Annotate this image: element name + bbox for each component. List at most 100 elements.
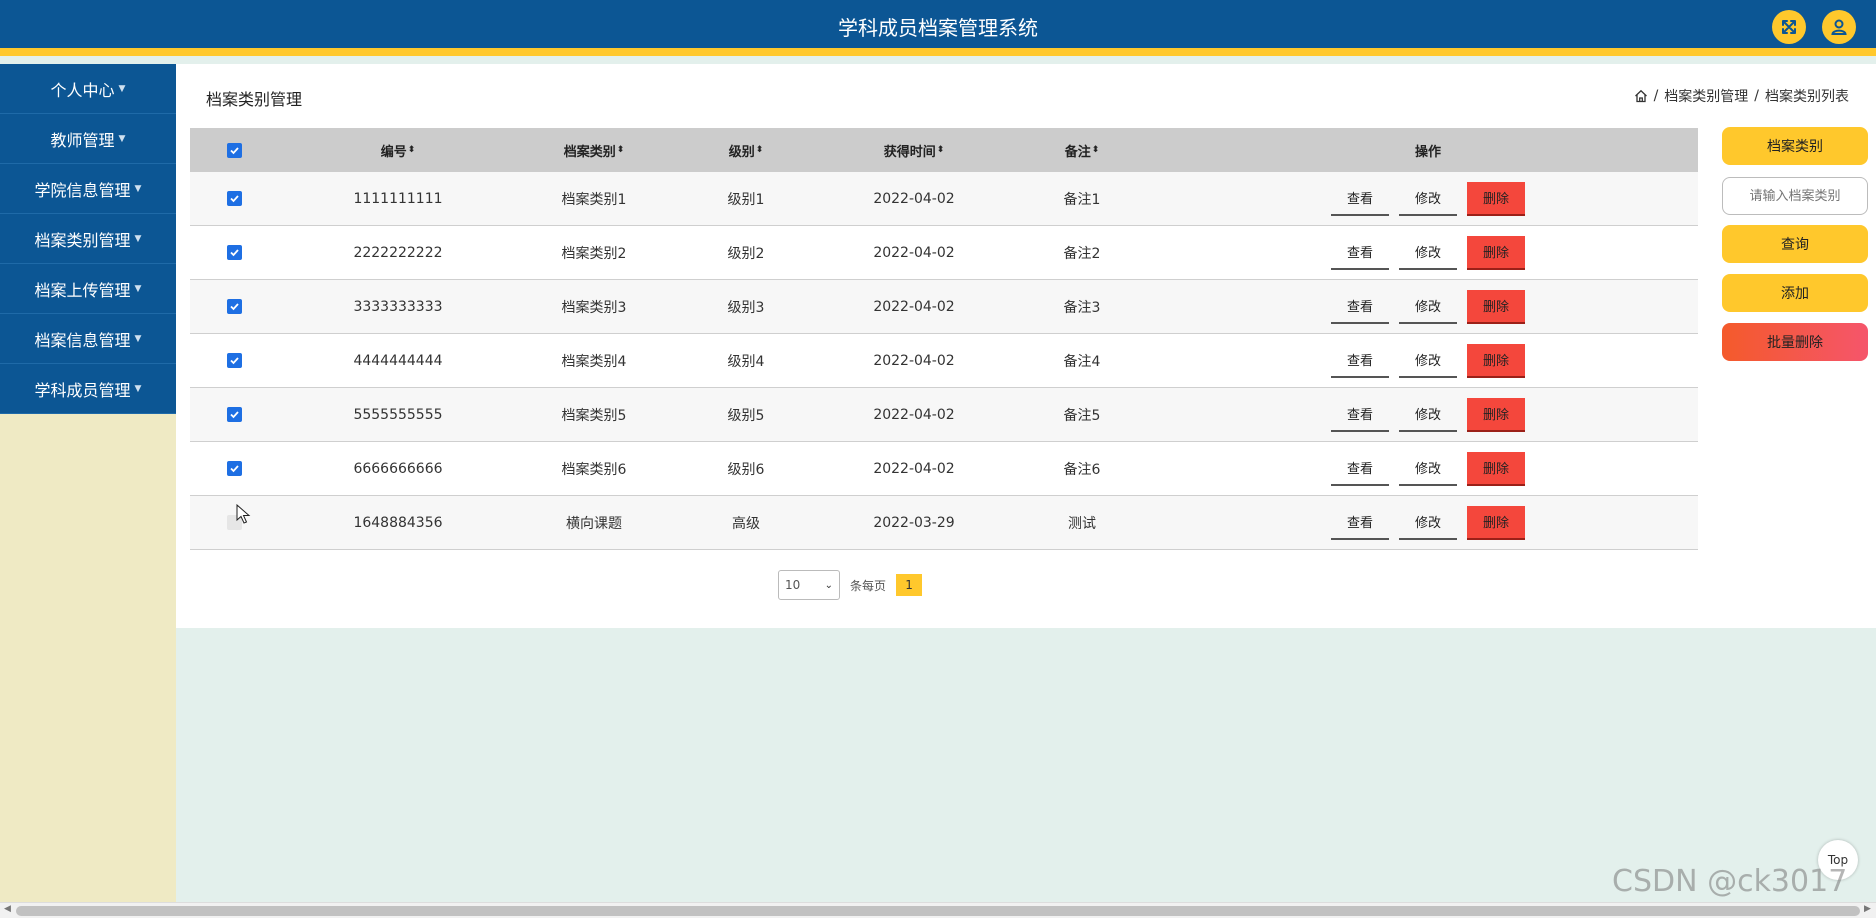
cell-level: 级别2 xyxy=(727,245,765,262)
watermark: CSDN @ck3017 xyxy=(1612,864,1848,899)
edit-button[interactable]: 修改 xyxy=(1399,452,1457,486)
view-button[interactable]: 查看 xyxy=(1331,506,1389,540)
horizontal-scrollbar[interactable]: ◀ ▶ xyxy=(0,902,1876,918)
column-header-type[interactable]: 档案类别 ⬍ xyxy=(518,128,670,172)
cell-level: 级别3 xyxy=(727,299,765,316)
cell-id: 5555555555 xyxy=(353,406,443,423)
add-button[interactable]: 添加 xyxy=(1722,274,1868,312)
table-row: 1648884356 横向课题 高级 2022-03-29 测试 查看 修改 删… xyxy=(190,496,1698,550)
delete-button[interactable]: 删除 xyxy=(1467,181,1525,216)
cell-type: 档案类别6 xyxy=(561,461,627,478)
edit-button[interactable]: 修改 xyxy=(1399,506,1457,540)
column-header-note[interactable]: 备注 ⬍ xyxy=(1006,128,1158,172)
column-header-id[interactable]: 编号 ⬍ xyxy=(278,128,518,172)
table-row: 6666666666 档案类别6 级别6 2022-04-02 备注6 查看 修… xyxy=(190,442,1698,496)
cell-level: 高级 xyxy=(732,515,760,532)
row-checkbox[interactable] xyxy=(226,353,242,368)
breadcrumb: / 档案类别管理 / 档案类别列表 xyxy=(1634,86,1849,106)
caret-down-icon: ▼ xyxy=(134,233,142,244)
delete-button[interactable]: 删除 xyxy=(1467,451,1525,486)
cell-time: 2022-04-02 xyxy=(873,190,955,207)
cell-level: 级别1 xyxy=(727,191,765,208)
cell-time: 2022-04-02 xyxy=(873,244,955,261)
user-button[interactable] xyxy=(1822,10,1856,44)
main-content: 档案类别管理 / 档案类别管理 / 档案类别列表 编号 ⬍ 档案类别 ⬍ 级别 ⬍ 获… xyxy=(176,64,1876,628)
edit-button[interactable]: 修改 xyxy=(1399,344,1457,378)
cell-note: 备注4 xyxy=(1063,353,1101,370)
breadcrumb-item[interactable]: 档案类别管理 xyxy=(1664,86,1748,106)
sidebar-item-personal-center[interactable]: 个人中心 ▼ xyxy=(0,64,176,114)
page-size-select[interactable]: 10 ⌄ xyxy=(778,570,840,600)
cell-note: 备注2 xyxy=(1063,245,1101,262)
search-button[interactable]: 查询 xyxy=(1722,225,1868,263)
page-number-current[interactable]: 1 xyxy=(896,574,923,596)
sidebar-item-label: 学院信息管理 xyxy=(34,180,131,200)
view-button[interactable]: 查看 xyxy=(1331,236,1389,270)
sort-icon: ⬍ xyxy=(616,145,625,155)
cell-time: 2022-04-02 xyxy=(873,460,955,477)
row-checkbox[interactable] xyxy=(226,191,242,206)
view-button[interactable]: 查看 xyxy=(1331,290,1389,324)
scrollbar-thumb[interactable] xyxy=(16,906,1860,916)
sidebar-item-label: 档案类别管理 xyxy=(34,230,131,250)
delete-button[interactable]: 删除 xyxy=(1467,397,1525,432)
view-button[interactable]: 查看 xyxy=(1331,452,1389,486)
page-title: 档案类别管理 xyxy=(206,90,303,109)
sidebar-item-archive-info[interactable]: 档案信息管理 ▼ xyxy=(0,314,176,364)
cell-time: 2022-03-29 xyxy=(873,514,955,531)
column-header-time[interactable]: 获得时间 ⬍ xyxy=(822,128,1006,172)
check-icon xyxy=(229,357,239,365)
row-checkbox[interactable] xyxy=(226,407,242,422)
delete-button[interactable]: 删除 xyxy=(1467,289,1525,324)
caret-down-icon: ▼ xyxy=(134,283,142,294)
search-input[interactable] xyxy=(1722,177,1868,215)
sidebar-item-college-info[interactable]: 学院信息管理 ▼ xyxy=(0,164,176,214)
cell-type: 档案类别3 xyxy=(561,299,627,316)
sidebar: 个人中心 ▼ 教师管理 ▼ 学院信息管理 ▼ 档案类别管理 ▼ 档案上传管理 ▼ 档案信息… xyxy=(0,64,176,902)
sidebar-item-teacher-management[interactable]: 教师管理 ▼ xyxy=(0,114,176,164)
cell-level: 级别6 xyxy=(727,461,765,478)
sidebar-item-label: 个人中心 xyxy=(50,80,115,100)
table-row: 1111111111 档案类别1 级别1 2022-04-02 备注1 查看 修… xyxy=(190,172,1698,226)
column-header-label: 档案类别 xyxy=(563,144,616,160)
table-row: 5555555555 档案类别5 级别5 2022-04-02 备注5 查看 修… xyxy=(190,388,1698,442)
edit-button[interactable]: 修改 xyxy=(1399,398,1457,432)
row-checkbox[interactable] xyxy=(226,299,242,314)
check-icon xyxy=(229,411,239,419)
delete-button[interactable]: 删除 xyxy=(1467,235,1525,270)
view-button[interactable]: 查看 xyxy=(1331,344,1389,378)
table-row: 3333333333 档案类别3 级别3 2022-04-02 备注3 查看 修… xyxy=(190,280,1698,334)
delete-button[interactable]: 删除 xyxy=(1467,505,1525,540)
check-icon xyxy=(229,303,239,311)
sidebar-item-label: 档案信息管理 xyxy=(34,330,131,350)
scroll-right-arrow-icon[interactable]: ▶ xyxy=(1864,904,1871,914)
sidebar-item-archive-category[interactable]: 档案类别管理 ▼ xyxy=(0,214,176,264)
sidebar-item-archive-upload[interactable]: 档案上传管理 ▼ xyxy=(0,264,176,314)
sort-icon: ⬍ xyxy=(407,145,416,155)
cell-time: 2022-04-02 xyxy=(873,406,955,423)
view-button[interactable]: 查看 xyxy=(1331,398,1389,432)
edit-button[interactable]: 修改 xyxy=(1399,236,1457,270)
home-icon[interactable] xyxy=(1634,89,1648,103)
top-header: 学科成员档案管理系统 xyxy=(0,0,1876,56)
cell-note: 备注1 xyxy=(1063,191,1101,208)
column-header-ops: 操作 xyxy=(1414,144,1441,160)
edit-button[interactable]: 修改 xyxy=(1399,290,1457,324)
view-button[interactable]: 查看 xyxy=(1331,182,1389,216)
sidebar-item-label: 教师管理 xyxy=(50,130,115,150)
edit-button[interactable]: 修改 xyxy=(1399,182,1457,216)
row-checkbox[interactable] xyxy=(226,245,242,260)
fullscreen-button[interactable] xyxy=(1772,10,1806,44)
row-checkbox[interactable] xyxy=(226,461,242,476)
column-header-label: 级别 xyxy=(728,144,755,160)
scroll-left-arrow-icon[interactable]: ◀ xyxy=(4,904,11,914)
column-header-level[interactable]: 级别 ⬍ xyxy=(670,128,822,172)
delete-button[interactable]: 删除 xyxy=(1467,343,1525,378)
column-header-label: 获得时间 xyxy=(883,144,936,160)
batch-delete-button[interactable]: 批量删除 xyxy=(1722,323,1868,361)
sidebar-item-label: 学科成员管理 xyxy=(34,380,131,400)
category-label-button[interactable]: 档案类别 xyxy=(1722,127,1868,165)
pagination: 10 ⌄ 条每页 1 xyxy=(778,570,923,600)
select-all-checkbox[interactable] xyxy=(226,142,242,158)
sidebar-item-member-management[interactable]: 学科成员管理 ▼ xyxy=(0,364,176,414)
